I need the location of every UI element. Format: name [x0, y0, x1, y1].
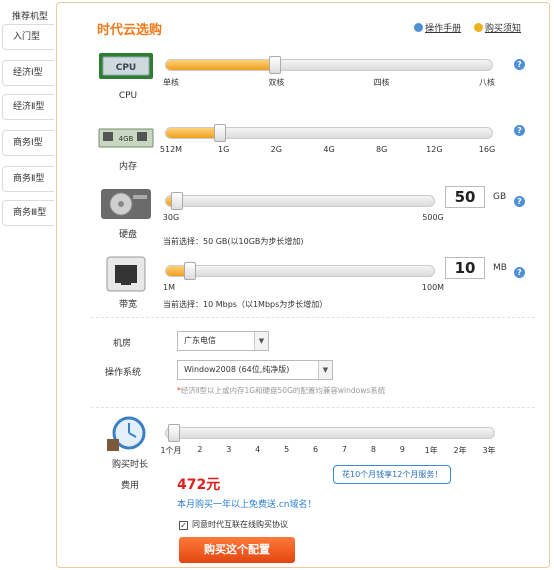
svg-text:CPU: CPU: [116, 63, 137, 73]
duration-slider-handle[interactable]: [168, 424, 180, 442]
bandwidth-min-label: 1M: [163, 283, 175, 292]
disk-unit: GB: [493, 192, 507, 202]
bandwidth-help-icon[interactable]: ?: [514, 267, 525, 278]
bandwidth-max-label: 100M: [421, 283, 445, 292]
memory-tick-label: 512M: [159, 145, 183, 154]
agreement-row: ✓ 同意时代互联在线购买协议: [179, 519, 288, 530]
duration-tick-label: 3年: [482, 446, 496, 455]
manual-link[interactable]: 操作手册: [414, 23, 461, 34]
page-title: 时代云选购: [97, 23, 163, 38]
buy-button[interactable]: 购买这个配置: [179, 537, 295, 563]
cpu-tick-label: 单核: [163, 78, 179, 87]
sidebar-title: 推荐机型: [12, 12, 49, 22]
chevron-down-icon: ▼: [318, 361, 332, 379]
memory-slider-handle[interactable]: [214, 124, 227, 142]
disk-current-selection: 当前选择：50 GB(以10GB为步长增加): [163, 237, 304, 246]
disk-label: 硬盘: [118, 230, 137, 240]
cpu-tick-label: 八核: [479, 78, 495, 87]
sidebar-item-economy-2[interactable]: 经济Ⅱ型: [2, 94, 54, 120]
clock-icon: [107, 416, 146, 451]
bandwidth-unit: MB: [493, 263, 507, 273]
domain-promo-text: 本月购买一年以上免费送.cn域名！: [177, 500, 317, 510]
bandwidth-slider-handle[interactable]: [184, 262, 197, 280]
os-label: 操作系统: [105, 368, 142, 378]
guide-link[interactable]: 购买须知: [473, 23, 521, 34]
memory-stick-icon: 4GB: [98, 128, 154, 148]
memory-tick-label: 2G: [270, 145, 282, 154]
bandwidth-input[interactable]: 10: [445, 257, 485, 279]
cpu-slider[interactable]: [165, 56, 493, 74]
duration-tick-label: 4: [255, 445, 261, 454]
memory-slider[interactable]: [165, 124, 493, 142]
top-links: 操作手册 购买须知: [404, 21, 521, 34]
disk-slider-handle[interactable]: [170, 192, 183, 210]
manual-icon: [414, 23, 424, 32]
chevron-down-icon: ▼: [254, 332, 268, 350]
memory-tick-label: 1G: [218, 145, 230, 154]
memory-label: 内存: [118, 162, 137, 172]
sidebar-item-economy-1[interactable]: 经济Ⅰ型: [2, 60, 54, 86]
cpu-chip-icon: CPU: [99, 53, 153, 79]
sidebar-item-business-1[interactable]: 商务Ⅰ型: [2, 130, 54, 156]
sidebar: 推荐机型 入门型 经济Ⅰ型 经济Ⅱ型 商务Ⅰ型 商务Ⅱ型 商务Ⅲ型: [0, 0, 56, 570]
memory-help-icon[interactable]: ?: [514, 125, 525, 136]
disk-size-input[interactable]: 50: [445, 186, 485, 208]
datacenter-value: 广东电信: [184, 336, 216, 345]
duration-tick-label: 2年: [453, 446, 467, 455]
cpu-label: CPU: [118, 91, 138, 101]
network-port-icon: [106, 256, 146, 292]
divider: [91, 407, 535, 408]
sidebar-item-business-2[interactable]: 商务Ⅱ型: [2, 166, 54, 192]
duration-tick-label: 2: [197, 445, 203, 454]
duration-tick-label: 1个月: [160, 446, 182, 455]
memory-tick-label: 16G: [478, 145, 496, 154]
memory-slider-fill: [166, 128, 221, 138]
price-value: 472元: [177, 477, 221, 493]
sidebar-item-business-3[interactable]: 商务Ⅲ型: [2, 200, 54, 226]
divider: [91, 317, 535, 318]
duration-tick-label: 7: [341, 445, 347, 454]
duration-slider[interactable]: [165, 424, 495, 442]
duration-tick-label: 3: [226, 445, 232, 454]
disk-help-icon[interactable]: ?: [514, 196, 525, 207]
datacenter-label: 机房: [113, 339, 132, 349]
cpu-help-icon[interactable]: ?: [514, 59, 525, 70]
bandwidth-label: 带宽: [118, 300, 137, 310]
disk-max-label: 500G: [422, 213, 444, 222]
memory-tick-label: 12G: [426, 145, 443, 154]
duration-tick-label: 1年: [424, 446, 438, 455]
cpu-slider-fill: [166, 60, 275, 70]
disk-min-label: 30G: [162, 213, 180, 222]
duration-label: 购买时长: [111, 460, 148, 470]
memory-tick-label: 4G: [323, 145, 335, 154]
datacenter-select[interactable]: 广东电信 ▼: [177, 331, 269, 351]
os-value: Window2008 (64位,纯净版): [184, 365, 290, 374]
memory-tick-label: 8G: [376, 145, 388, 154]
duration-tick-label: 9: [399, 445, 405, 454]
agreement-checkbox[interactable]: ✓: [179, 521, 188, 530]
sidebar-item-entry[interactable]: 入门型: [2, 24, 54, 50]
agreement-label: 同意时代互联在线购买协议: [192, 520, 288, 529]
guide-icon: [473, 23, 483, 32]
cpu-tick-label: 四核: [373, 78, 390, 87]
cost-label: 费用: [121, 481, 140, 491]
duration-promo-tooltip: 花10个月钱享12个月服务！: [333, 465, 452, 484]
duration-tick-label: 5: [284, 445, 290, 454]
config-panel: 时代云选购 操作手册 购买须知 CPU CPU 单核 双核 四核 八核 ? 4GB 内…: [56, 2, 550, 568]
svg-text:4GB: 4GB: [119, 135, 134, 143]
os-select[interactable]: Window2008 (64位,纯净版) ▼: [177, 360, 333, 380]
cpu-tick-label: 双核: [268, 78, 285, 87]
disk-slider[interactable]: [165, 192, 435, 210]
hard-disk-icon: [101, 189, 151, 219]
bandwidth-slider[interactable]: [165, 262, 435, 280]
os-note: *经济Ⅱ型以上或内存1G和硬盘50G的配置均兼容windows系统: [177, 386, 386, 395]
cpu-slider-handle[interactable]: [268, 56, 281, 74]
bandwidth-current-selection: 当前选择：10 Mbps（以1Mbps为步长增加）: [163, 300, 328, 309]
duration-tick-label: 6: [312, 445, 319, 454]
duration-tick-label: 8: [370, 445, 376, 454]
